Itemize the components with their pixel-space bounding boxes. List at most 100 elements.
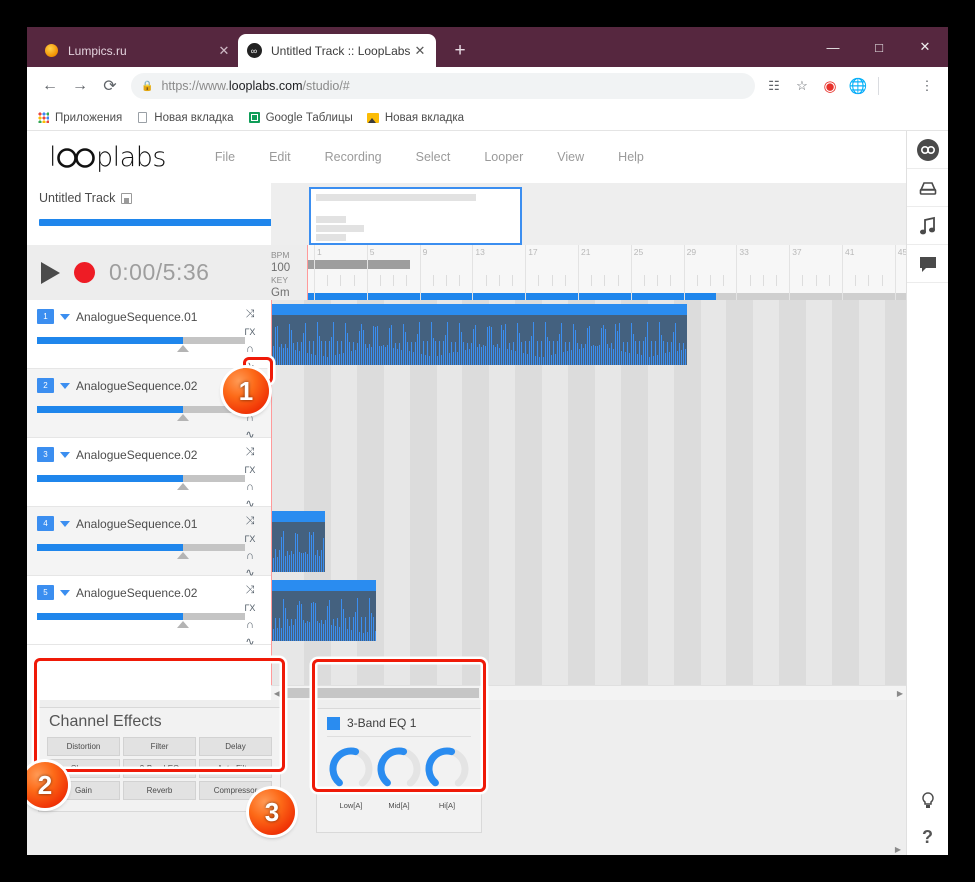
kebab-menu-icon[interactable]: ⋮ — [914, 78, 940, 94]
bookmark-apps[interactable]: Приложения — [37, 111, 122, 124]
audio-clip-track-1[interactable] — [272, 304, 687, 365]
reload-icon[interactable]: ⟳ — [95, 76, 125, 96]
audio-clip-track-5[interactable] — [272, 580, 376, 641]
forward-icon[interactable]: → — [65, 77, 95, 95]
save-icon[interactable] — [121, 193, 132, 204]
track-fx-icon[interactable]: ГX — [245, 601, 256, 614]
effect-button-reverb[interactable]: Reverb — [123, 781, 196, 800]
track-volume-slider[interactable] — [37, 544, 245, 551]
track-fx-icon[interactable]: ГX — [245, 532, 256, 545]
track-volume-slider[interactable] — [37, 613, 245, 620]
loop-region[interactable] — [308, 260, 410, 269]
track-volume-slider[interactable] — [37, 475, 245, 482]
waveform-bar — [605, 329, 606, 365]
back-icon[interactable]: ← — [35, 77, 65, 95]
track-headphone-icon[interactable]: ∩ — [246, 549, 254, 562]
chevron-down-icon[interactable] — [60, 590, 70, 596]
bookmark-newtab-1[interactable]: Новая вкладка — [136, 111, 233, 124]
timeline-canvas[interactable]: ▲ ▼ — [271, 300, 906, 700]
help-icon[interactable]: ? — [907, 819, 949, 855]
track-volume-handle[interactable] — [177, 621, 189, 628]
chat-bubble-icon[interactable] — [907, 245, 949, 283]
lightbulb-icon[interactable] — [907, 783, 949, 819]
track-volume-handle[interactable] — [177, 345, 189, 352]
globe-icon[interactable]: 🌐 — [845, 77, 871, 95]
track-volume-slider[interactable] — [37, 406, 245, 413]
track-shuffle-icon[interactable]: ⤨ — [246, 446, 255, 459]
record-icon[interactable] — [74, 262, 95, 283]
track-volume-handle[interactable] — [177, 414, 189, 421]
master-volume-slider[interactable] — [39, 219, 276, 226]
minimize-button[interactable]: — — [810, 40, 856, 55]
track-volume-slider[interactable] — [37, 337, 245, 344]
menu-looper[interactable]: Looper — [467, 150, 540, 164]
menu-recording[interactable]: Recording — [308, 150, 399, 164]
address-bar[interactable]: 🔒 https://www. looplabs.com /studio/# — [131, 73, 755, 99]
track-shuffle-icon[interactable]: ⤨ — [246, 515, 255, 528]
track-headphone-icon[interactable]: ∩ — [246, 342, 254, 355]
drive-icon[interactable] — [907, 169, 949, 207]
track-name[interactable]: AnalogueSequence.01 — [76, 517, 197, 531]
opera-icon[interactable]: ◉ — [817, 77, 843, 95]
track-number-badge[interactable]: 1 — [37, 309, 54, 324]
track-fx-icon[interactable]: ГX — [245, 325, 256, 338]
waveform-bar — [401, 350, 402, 365]
track-volume-handle[interactable] — [177, 483, 189, 490]
track-number-badge[interactable]: 5 — [37, 585, 54, 600]
track-fx-icon[interactable]: ГX — [245, 463, 256, 476]
chevron-down-icon[interactable] — [60, 452, 70, 458]
track-name[interactable]: AnalogueSequence.02 — [76, 586, 197, 600]
track-number-badge[interactable]: 4 — [37, 516, 54, 531]
bookmark-google-sheets[interactable]: Google Таблицы — [248, 111, 353, 124]
menu-select[interactable]: Select — [399, 150, 468, 164]
track-shuffle-icon[interactable]: ⤨ — [246, 308, 255, 321]
chevron-down-icon[interactable] — [60, 314, 70, 320]
clip-header[interactable] — [272, 580, 376, 591]
translate-icon[interactable]: ☷ — [761, 78, 787, 94]
scroll-right-icon[interactable]: ▶ — [892, 843, 904, 855]
menu-file[interactable]: File — [198, 150, 252, 164]
timeline-ruler[interactable]: 159131721252933374145 — [307, 245, 906, 300]
track-name[interactable]: AnalogueSequence.02 — [76, 448, 197, 462]
track-name[interactable]: AnalogueSequence.02 — [76, 379, 197, 393]
track-row-1[interactable]: 1AnalogueSequence.01⤨ГX∩∿ — [27, 300, 271, 369]
waveform-bar — [389, 328, 390, 365]
track-headphone-icon[interactable]: ∩ — [246, 480, 254, 493]
music-note-icon[interactable] — [907, 207, 949, 245]
overview-viewport[interactable] — [309, 187, 522, 245]
track-row-5[interactable]: 5 AnalogueSequence.02 ⤨ ГX ∩ ∿ — [27, 576, 271, 645]
track-headphone-icon[interactable]: ∩ — [246, 618, 254, 631]
clip-header[interactable] — [272, 304, 687, 315]
menu-help[interactable]: Help — [601, 150, 661, 164]
close-window-button[interactable]: ✕ — [902, 39, 948, 55]
play-icon[interactable] — [41, 262, 60, 284]
close-icon[interactable]: ✕ — [412, 43, 428, 59]
track-row-4[interactable]: 4AnalogueSequence.01⤨ГX∩∿ — [27, 507, 271, 576]
looplabs-icon[interactable] — [907, 131, 949, 169]
menu-edit[interactable]: Edit — [252, 150, 308, 164]
bpm-value[interactable]: 100 — [271, 261, 307, 275]
track-row-3[interactable]: 3AnalogueSequence.02⤨ГX∩∿ — [27, 438, 271, 507]
close-icon[interactable]: ✕ — [216, 43, 232, 59]
bottom-scrollbar[interactable]: ▶ — [27, 843, 906, 855]
audio-clip-track-4[interactable] — [272, 511, 325, 572]
key-value[interactable]: Gm — [271, 286, 307, 300]
maximize-button[interactable]: □ — [856, 40, 902, 55]
track-shuffle-icon[interactable]: ⤨ — [246, 584, 255, 597]
chevron-down-icon[interactable] — [60, 383, 70, 389]
waveform-bar — [585, 344, 586, 365]
track-name[interactable]: AnalogueSequence.01 — [76, 310, 197, 324]
browser-tab-looplabs[interactable]: ∞ Untitled Track :: LoopLabs ✕ — [238, 34, 436, 67]
chevron-down-icon[interactable] — [60, 521, 70, 527]
track-number-badge[interactable]: 3 — [37, 447, 54, 462]
clip-header[interactable] — [272, 511, 325, 522]
track-volume-handle[interactable] — [177, 552, 189, 559]
track-waveform-icon[interactable]: ∿ — [245, 635, 254, 648]
track-number-badge[interactable]: 2 — [37, 378, 54, 393]
new-tab-button[interactable]: + — [447, 39, 473, 65]
menu-view[interactable]: View — [540, 150, 601, 164]
star-icon[interactable]: ☆ — [789, 78, 815, 94]
scroll-right-icon[interactable]: ▶ — [894, 686, 906, 700]
browser-tab-lumpics[interactable]: Lumpics.ru ✕ — [35, 34, 240, 67]
bookmark-newtab-2[interactable]: Новая вкладка — [367, 111, 464, 124]
